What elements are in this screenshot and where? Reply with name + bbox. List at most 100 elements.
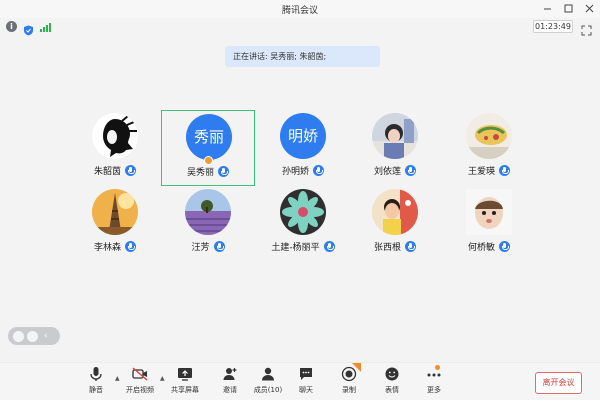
participant-tile[interactable]: 张西根 [348, 186, 442, 262]
participant-name-row: 王爱瑛 [442, 164, 536, 177]
info-icon[interactable]: i [6, 21, 17, 32]
avatar [466, 113, 512, 159]
mic-icon [499, 241, 510, 252]
participant-tile[interactable]: 土建-杨丽平 [256, 186, 350, 262]
participant-tile[interactable]: 李林森 [68, 186, 162, 262]
minimize-icon[interactable] [542, 2, 552, 14]
layout-icon[interactable] [27, 330, 38, 342]
share-screen-button[interactable]: 共享屏幕 [165, 366, 205, 398]
notification-dot-icon [435, 365, 440, 370]
participant-name-row: 土建-杨丽平 [256, 240, 350, 253]
share-screen-icon [177, 366, 193, 382]
avatar [466, 189, 512, 235]
meeting-timer: 01:23:49 [533, 20, 573, 33]
participant-name-row: 孙明娇 [256, 164, 350, 177]
emoji-icon[interactable] [13, 330, 24, 342]
mic-icon [125, 241, 136, 252]
mic-icon [499, 165, 510, 176]
invite-button[interactable]: 邀请 [210, 366, 250, 398]
mute-button[interactable]: 静音 [76, 366, 116, 398]
participant-name: 吴秀丽 [186, 168, 214, 178]
mic-icon [405, 241, 416, 252]
mute-label: 静音 [89, 386, 103, 394]
mic-icon [313, 165, 324, 176]
video-options-caret-icon[interactable]: ▲ [160, 375, 165, 382]
window-title: 腾讯会议 [281, 6, 318, 16]
avatar [280, 189, 326, 235]
participant-name: 孙明娇 [281, 167, 309, 177]
participant-tile[interactable]: 汪芳 [161, 186, 255, 262]
participant-name-row: 张西根 [348, 240, 442, 253]
participant-name: 张西根 [373, 243, 401, 253]
more-icon [426, 365, 442, 382]
members-label: 成员(10) [253, 386, 283, 394]
host-badge-icon [204, 156, 213, 165]
video-label: 开启视频 [126, 386, 154, 394]
mic-icon [405, 165, 416, 176]
avatar [372, 113, 418, 159]
mic-icon [323, 241, 335, 252]
avatar [92, 113, 138, 159]
chat-button[interactable]: 聊天 [286, 366, 326, 398]
participant-name: 王爱瑛 [467, 167, 495, 177]
members-button[interactable]: 成员(10) [248, 366, 288, 398]
invite-label: 邀请 [223, 386, 237, 394]
video-off-icon [132, 366, 148, 382]
participant-name: 刘依莲 [373, 167, 401, 177]
leave-meeting-button[interactable]: 离开会议 [535, 372, 582, 394]
maximize-icon[interactable] [563, 2, 573, 14]
avatar: 明娇 [280, 113, 326, 159]
signal-icon[interactable] [40, 21, 51, 32]
participant-tile[interactable]: 明娇 孙明娇 [256, 110, 350, 186]
record-icon [341, 363, 361, 382]
participant-name: 汪芳 [191, 243, 210, 253]
participant-name-row: 朱韶茵 [68, 164, 162, 177]
floating-side-toolbar[interactable]: ‹ [8, 327, 60, 345]
speaking-banner: 正在讲话: 吴秀丽; 朱韶茵; [225, 46, 380, 67]
chat-icon [298, 366, 314, 382]
participant-tile[interactable]: 朱韶茵 [68, 110, 162, 186]
close-icon[interactable] [584, 2, 594, 14]
participant-name-row: 刘依莲 [348, 164, 442, 177]
fullscreen-icon[interactable] [581, 21, 592, 36]
smiley-icon [384, 366, 400, 382]
participant-tile[interactable]: 刘依莲 [348, 110, 442, 186]
participant-tile-active[interactable]: 秀丽 吴秀丽 [161, 110, 255, 186]
participant-name-row: 何桥敏 [442, 240, 536, 253]
status-row: i 01:23:49 [0, 18, 600, 36]
participant-tile[interactable]: 何桥敏 [442, 186, 536, 262]
members-icon [260, 366, 276, 382]
avatar [92, 189, 138, 235]
mic-icon [125, 165, 136, 176]
chevron-left-icon[interactable]: ‹ [44, 331, 55, 342]
add-user-icon [222, 366, 238, 382]
more-label: 更多 [427, 386, 441, 394]
participant-name: 土建-杨丽平 [271, 243, 320, 253]
share-screen-label: 共享屏幕 [171, 386, 199, 394]
reaction-label: 表情 [385, 386, 399, 394]
bottom-toolbar: 静音 ▲ 开启视频 ▲ 共享屏幕 邀请 成员(10) 聊天 录制 表情 更多 离… [0, 362, 600, 400]
avatar [185, 189, 231, 235]
participant-tile[interactable]: 王爱瑛 [442, 110, 536, 186]
shield-icon[interactable] [23, 21, 34, 36]
participant-name-row: 李林森 [68, 240, 162, 253]
avatar [372, 189, 418, 235]
participant-name: 何桥敏 [467, 243, 495, 253]
title-bar: 腾讯会议 [0, 0, 600, 18]
avatar: 秀丽 [186, 114, 232, 160]
more-button[interactable]: 更多 [414, 365, 454, 398]
participant-name: 李林森 [93, 243, 121, 253]
mic-icon [213, 241, 225, 252]
participant-name: 朱韶茵 [93, 167, 121, 177]
video-button[interactable]: 开启视频 [120, 366, 160, 398]
participant-name-row: 吴秀丽 [162, 165, 254, 178]
mute-options-caret-icon[interactable]: ▲ [115, 375, 120, 382]
microphone-icon [88, 366, 104, 382]
record-label: 录制 [342, 386, 356, 394]
record-button[interactable]: 录制 [329, 363, 369, 398]
reaction-button[interactable]: 表情 [372, 366, 412, 398]
chat-label: 聊天 [299, 386, 313, 394]
participant-name-row: 汪芳 [161, 240, 255, 253]
window-controls [542, 2, 594, 14]
mic-icon [218, 166, 229, 177]
